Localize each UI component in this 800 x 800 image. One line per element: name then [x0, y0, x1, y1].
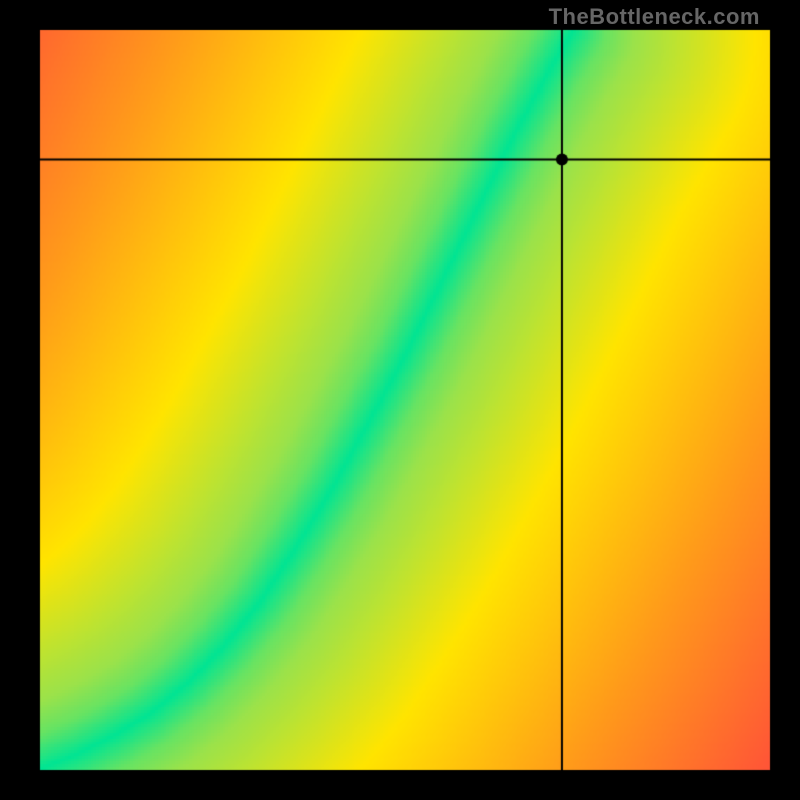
bottleneck-heatmap	[0, 0, 800, 800]
watermark-text: TheBottleneck.com	[549, 4, 760, 30]
